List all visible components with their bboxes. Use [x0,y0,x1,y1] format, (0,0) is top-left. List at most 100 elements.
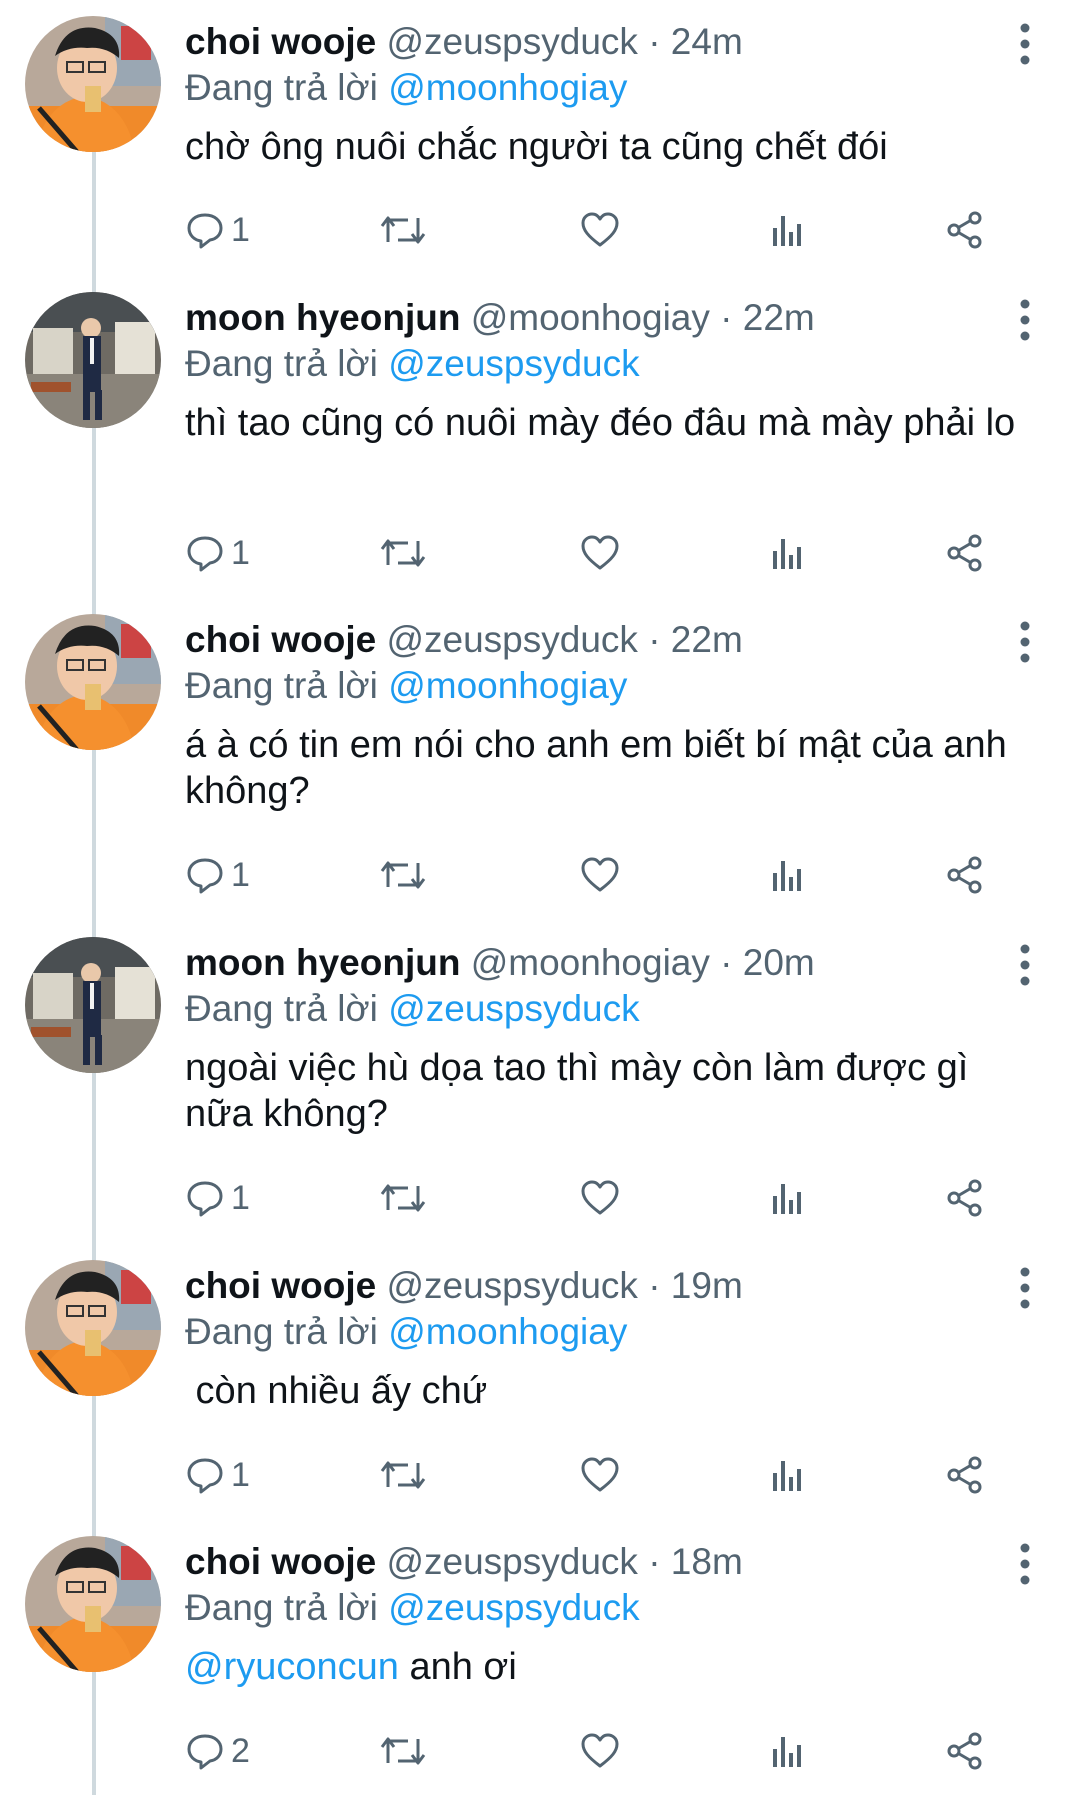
replying-to: Đang trả lời @moonhogiay [185,664,627,708]
author-handle[interactable]: @moonhogiay [471,942,710,983]
timestamp[interactable]: · 19m [648,1265,743,1306]
tweet-text: á à có tin em nói cho anh em biết bí mật… [185,722,1045,814]
share-icon [947,856,982,894]
avatar[interactable] [25,1536,161,1672]
like-button[interactable] [580,528,620,578]
like-button[interactable] [580,205,620,255]
like-icon [581,1180,619,1215]
more-options-button[interactable] [1010,296,1040,346]
avatar[interactable] [25,937,161,1073]
tweet-actions: 2 [185,1726,1035,1776]
like-button[interactable] [580,850,620,900]
replying-to: Đang trả lời @zeuspsyduck [185,1586,640,1630]
author-name[interactable]: moon hyeonjun [185,942,460,983]
avatar[interactable] [25,16,161,152]
reply-button[interactable]: 1 [185,1450,250,1500]
reply-icon [187,858,223,894]
tweet-header: choi wooje @zeuspsyduck · 22m [185,618,743,662]
retweet-button[interactable] [380,850,426,900]
views-icon [773,861,801,891]
author-name[interactable]: moon hyeonjun [185,297,460,338]
timestamp[interactable]: · 18m [648,1541,743,1582]
views-button[interactable] [770,1726,804,1776]
timestamp[interactable]: · 20m [720,942,815,983]
author-handle[interactable]: @zeuspsyduck [386,619,637,660]
more-options-button[interactable] [1010,618,1040,668]
like-button[interactable] [580,1450,620,1500]
reply-mention-link[interactable]: @moonhogiay [388,665,627,706]
like-button[interactable] [580,1726,620,1776]
views-icon [773,539,801,569]
text-mention-link[interactable]: @ryuconcun [185,1646,399,1688]
tweet-text: @ryuconcun anh ơi [185,1644,1045,1690]
author-handle[interactable]: @zeuspsyduck [386,1265,637,1306]
more-options-button[interactable] [1010,1540,1040,1590]
timestamp[interactable]: · 22m [648,619,743,660]
share-button[interactable] [945,205,985,255]
reply-count: 1 [231,210,250,249]
share-button[interactable] [945,528,985,578]
reply-icon [187,213,223,249]
author-name[interactable]: choi wooje [185,1541,376,1582]
tweet-actions: 1 [185,205,1035,255]
tweet-body: chờ ông nuôi chắc người ta cũng chết đói [185,126,888,168]
retweet-button[interactable] [380,1173,426,1223]
more-options-button[interactable] [1010,941,1040,991]
retweet-button[interactable] [380,1726,426,1776]
reply-button[interactable]: 2 [185,1726,250,1776]
retweet-button[interactable] [380,528,426,578]
author-name[interactable]: choi wooje [185,21,376,62]
reply-count: 1 [231,1178,250,1217]
timestamp[interactable]: · 22m [720,297,815,338]
author-name[interactable]: choi wooje [185,619,376,660]
tweet-text: còn nhiều ấy chứ [185,1368,1045,1414]
more-vertical-icon [1020,1543,1030,1585]
more-options-button[interactable] [1010,20,1040,70]
more-options-button[interactable] [1010,1264,1040,1314]
reply-mention-link[interactable]: @moonhogiay [388,1311,627,1352]
reply-mention-link[interactable]: @zeuspsyduck [388,988,639,1029]
reply-count: 1 [231,1455,250,1494]
author-handle[interactable]: @moonhogiay [471,297,710,338]
share-button[interactable] [945,1450,985,1500]
timestamp[interactable]: · 24m [648,21,743,62]
tweet-actions: 1 [185,1173,1035,1223]
retweet-button[interactable] [380,205,426,255]
replying-to-label: Đang trả lời [185,988,378,1029]
avatar[interactable] [25,614,161,750]
reply-mention-link[interactable]: @moonhogiay [388,67,627,108]
views-button[interactable] [770,1173,804,1223]
reply-button[interactable]: 1 [185,205,250,255]
tweet-body: thì tao cũng có nuôi mày đéo đâu mà mày … [185,402,1016,444]
reply-mention-link[interactable]: @zeuspsyduck [388,343,639,384]
like-button[interactable] [580,1173,620,1223]
retweet-icon [380,216,426,244]
reply-button[interactable]: 1 [185,528,250,578]
reply-button[interactable]: 1 [185,850,250,900]
author-handle[interactable]: @zeuspsyduck [386,1541,637,1582]
like-icon [581,1457,619,1492]
author-name[interactable]: choi wooje [185,1265,376,1306]
views-button[interactable] [770,1450,804,1500]
share-button[interactable] [945,1173,985,1223]
views-button[interactable] [770,205,804,255]
reply-button[interactable]: 1 [185,1173,250,1223]
share-button[interactable] [945,850,985,900]
reply-mention-link[interactable]: @zeuspsyduck [388,1587,639,1628]
tweet-actions: 1 [185,850,1035,900]
share-button[interactable] [945,1726,985,1776]
share-icon [947,1456,982,1494]
author-handle[interactable]: @zeuspsyduck [386,21,637,62]
reply-count: 2 [231,1731,250,1770]
views-button[interactable] [770,528,804,578]
share-icon [947,1179,982,1217]
views-button[interactable] [770,850,804,900]
replying-to-label: Đang trả lời [185,67,378,108]
avatar[interactable] [25,1260,161,1396]
tweet-actions: 1 [185,1450,1035,1500]
reply-count: 1 [231,855,250,894]
more-vertical-icon [1020,944,1030,986]
retweet-button[interactable] [380,1450,426,1500]
replying-to-label: Đang trả lời [185,665,378,706]
avatar[interactable] [25,292,161,428]
